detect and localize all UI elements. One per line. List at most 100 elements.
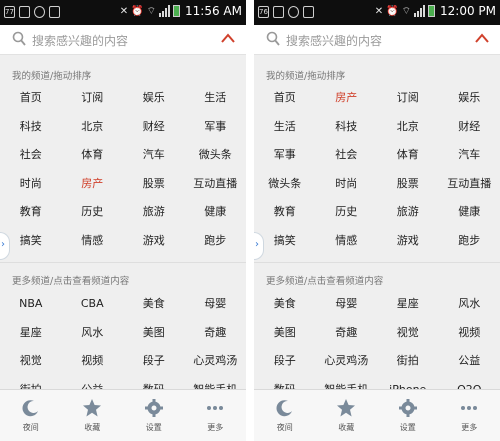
my-channel-item[interactable]: 订阅 bbox=[377, 84, 439, 113]
my-channels-title: 我的频道/拖动排序 bbox=[266, 71, 346, 82]
more-channel-item[interactable]: 美图 bbox=[123, 319, 185, 348]
more-channel-item[interactable]: 奇趣 bbox=[185, 319, 247, 348]
my-channel-item[interactable]: 教育 bbox=[254, 198, 316, 227]
more-channel-item[interactable]: 视觉 bbox=[0, 347, 62, 376]
search-bar[interactable]: 搜索感兴趣的内容 bbox=[254, 25, 500, 55]
more-channel-item[interactable]: 风水 bbox=[439, 290, 500, 319]
my-channel-item[interactable]: 微头条 bbox=[254, 170, 316, 199]
more-channels-grid: NBACBA美食母婴星座风水美图奇趣视觉视频段子心灵鸡汤街拍公益数码智能手机 bbox=[0, 290, 246, 404]
my-channel-item[interactable]: 情感 bbox=[316, 227, 378, 256]
more-channel-item[interactable]: 街拍 bbox=[377, 347, 439, 376]
gallery-icon bbox=[49, 6, 60, 18]
my-channel-item[interactable]: 娱乐 bbox=[439, 84, 500, 113]
more-button[interactable]: 更多 bbox=[185, 390, 247, 441]
my-channel-item[interactable]: 军事 bbox=[185, 113, 247, 142]
my-channel-item[interactable]: 房产 bbox=[316, 84, 378, 113]
mute-icon: ✕ bbox=[374, 5, 384, 17]
more-channel-item[interactable]: 段子 bbox=[254, 347, 316, 376]
more-channel-item[interactable]: 公益 bbox=[439, 347, 500, 376]
my-channel-item[interactable]: 社会 bbox=[316, 141, 378, 170]
more-channel-item[interactable]: 奇趣 bbox=[316, 319, 378, 348]
more-button[interactable]: 更多 bbox=[439, 390, 500, 441]
search-bar[interactable]: 搜索感兴趣的内容 bbox=[0, 25, 246, 55]
my-channel-item[interactable]: 微头条 bbox=[185, 141, 247, 170]
my-channel-item[interactable]: 教育 bbox=[0, 198, 62, 227]
my-channel-item[interactable]: 军事 bbox=[254, 141, 316, 170]
more-channel-item[interactable]: 星座 bbox=[0, 319, 62, 348]
more-channel-item[interactable]: 视频 bbox=[62, 347, 124, 376]
my-channel-item[interactable]: 历史 bbox=[316, 198, 378, 227]
my-channel-item[interactable]: 首页 bbox=[254, 84, 316, 113]
my-channel-item[interactable]: 订阅 bbox=[62, 84, 124, 113]
my-channel-item[interactable]: 跑步 bbox=[439, 227, 500, 256]
more-channel-item[interactable]: 心灵鸡汤 bbox=[185, 347, 247, 376]
chevron-up-icon[interactable] bbox=[220, 32, 236, 44]
gear-icon bbox=[398, 399, 417, 417]
side-drawer-tab[interactable]: › bbox=[0, 232, 10, 260]
search-input[interactable]: 搜索感兴趣的内容 bbox=[32, 32, 128, 49]
more-channel-item[interactable]: NBA bbox=[0, 290, 62, 319]
my-channel-item[interactable]: 财经 bbox=[123, 113, 185, 142]
my-channel-item[interactable]: 汽车 bbox=[123, 141, 185, 170]
more-channel-item[interactable]: 星座 bbox=[377, 290, 439, 319]
my-channel-item[interactable]: 股票 bbox=[377, 170, 439, 199]
my-channel-item[interactable]: 科技 bbox=[316, 113, 378, 142]
my-channel-item[interactable]: 游戏 bbox=[123, 227, 185, 256]
notification-count-icon: 76 bbox=[258, 6, 269, 18]
gear-icon bbox=[144, 399, 163, 417]
mute-icon: ✕ bbox=[119, 5, 129, 17]
more-channel-item[interactable]: 母婴 bbox=[185, 290, 247, 319]
image-icon bbox=[19, 6, 30, 18]
my-channel-item[interactable]: 旅游 bbox=[377, 198, 439, 227]
image-icon bbox=[273, 6, 284, 18]
my-channel-item[interactable]: 房产 bbox=[62, 170, 124, 199]
my-channel-item[interactable]: 跑步 bbox=[185, 227, 247, 256]
favorites-button[interactable]: 收藏 bbox=[316, 390, 378, 441]
more-channel-item[interactable]: 视觉 bbox=[377, 319, 439, 348]
my-channel-item[interactable]: 历史 bbox=[62, 198, 124, 227]
more-channel-item[interactable]: 风水 bbox=[62, 319, 124, 348]
my-channel-item[interactable]: 科技 bbox=[0, 113, 62, 142]
chevron-right-icon: › bbox=[1, 239, 5, 250]
settings-button[interactable]: 设置 bbox=[123, 390, 185, 441]
more-channel-item[interactable]: 视频 bbox=[439, 319, 500, 348]
my-channel-item[interactable]: 健康 bbox=[185, 198, 247, 227]
favorites-button[interactable]: 收藏 bbox=[62, 390, 124, 441]
my-channel-item[interactable]: 体育 bbox=[377, 141, 439, 170]
my-channel-item[interactable]: 娱乐 bbox=[123, 84, 185, 113]
night-mode-button[interactable]: 夜间 bbox=[0, 390, 62, 441]
my-channel-item[interactable]: 互动直播 bbox=[185, 170, 247, 199]
more-channel-item[interactable]: 美食 bbox=[254, 290, 316, 319]
my-channel-item[interactable]: 互动直播 bbox=[439, 170, 500, 199]
my-channel-item[interactable]: 游戏 bbox=[377, 227, 439, 256]
my-channel-item[interactable]: 首页 bbox=[0, 84, 62, 113]
my-channel-item[interactable]: 北京 bbox=[377, 113, 439, 142]
settings-button[interactable]: 设置 bbox=[377, 390, 439, 441]
my-channel-item[interactable]: 旅游 bbox=[123, 198, 185, 227]
my-channel-item[interactable]: 健康 bbox=[439, 198, 500, 227]
my-channel-item[interactable]: 股票 bbox=[123, 170, 185, 199]
my-channel-item[interactable]: 北京 bbox=[62, 113, 124, 142]
signal-icon bbox=[159, 5, 171, 17]
my-channel-item[interactable]: 情感 bbox=[62, 227, 124, 256]
more-channel-item[interactable]: CBA bbox=[62, 290, 124, 319]
my-channel-item[interactable]: 时尚 bbox=[0, 170, 62, 199]
my-channel-item[interactable]: 生活 bbox=[254, 113, 316, 142]
my-channel-item[interactable]: 体育 bbox=[62, 141, 124, 170]
more-channel-item[interactable]: 美图 bbox=[254, 319, 316, 348]
my-channel-item[interactable]: 生活 bbox=[185, 84, 247, 113]
search-icon bbox=[266, 31, 280, 46]
chevron-up-icon[interactable] bbox=[474, 32, 490, 44]
night-mode-button[interactable]: 夜间 bbox=[254, 390, 316, 441]
more-channel-item[interactable]: 母婴 bbox=[316, 290, 378, 319]
search-input[interactable]: 搜索感兴趣的内容 bbox=[286, 32, 382, 49]
side-drawer-tab[interactable]: › bbox=[254, 232, 264, 260]
my-channel-item[interactable]: 时尚 bbox=[316, 170, 378, 199]
more-channel-item[interactable]: 心灵鸡汤 bbox=[316, 347, 378, 376]
my-channel-item[interactable]: 社会 bbox=[0, 141, 62, 170]
more-channel-item[interactable]: 美食 bbox=[123, 290, 185, 319]
more-channel-item[interactable]: 段子 bbox=[123, 347, 185, 376]
my-channel-item[interactable]: 财经 bbox=[439, 113, 500, 142]
my-channel-item[interactable]: 汽车 bbox=[439, 141, 500, 170]
messenger-icon bbox=[34, 6, 45, 18]
